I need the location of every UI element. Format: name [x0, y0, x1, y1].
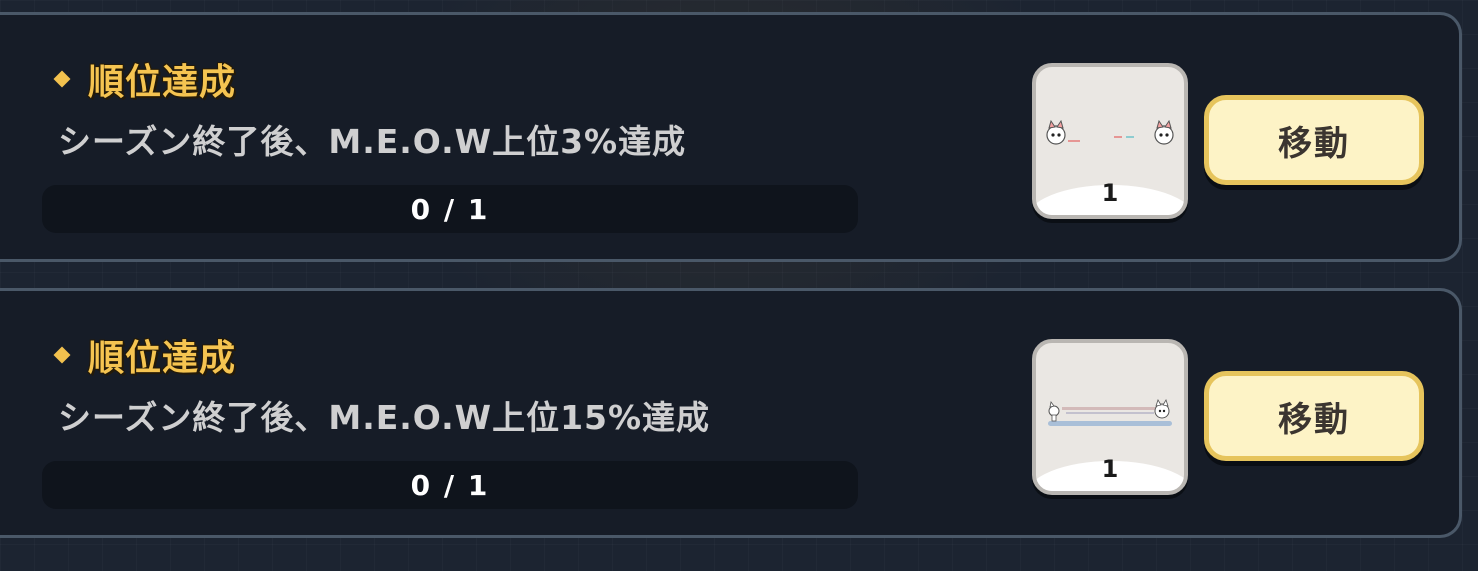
reward-item[interactable]: 1: [1032, 63, 1188, 219]
cat-face-icon: [1046, 119, 1066, 145]
quest-progress-bar: 0 / 1: [42, 461, 858, 509]
quest-card: 順位達成 シーズン終了後、M.E.O.W上位15%達成 0 / 1 1 移動: [0, 288, 1462, 538]
cat-emote-reward-icon: [1046, 119, 1174, 145]
quest-title-row: 順位達成: [53, 55, 237, 103]
cat-face-icon: [1154, 119, 1174, 145]
reward-item[interactable]: 1: [1032, 339, 1188, 495]
quest-title: 順位達成: [88, 338, 237, 379]
quest-title-row: 順位達成: [53, 331, 237, 379]
diamond-bullet-icon: [53, 70, 71, 88]
move-button[interactable]: 移動: [1204, 371, 1424, 461]
reward-count: 1: [1101, 179, 1119, 207]
quest-progress-text: 0 / 1: [410, 192, 490, 226]
reward-count: 1: [1101, 455, 1119, 483]
quest-progress-bar: 0 / 1: [42, 185, 858, 233]
quest-title: 順位達成: [88, 62, 237, 103]
quest-card: 順位達成 シーズン終了後、M.E.O.W上位3%達成 0 / 1 1 移動: [0, 12, 1462, 262]
quest-description: シーズン終了後、M.E.O.W上位15%達成: [58, 398, 711, 437]
quest-progress-text: 0 / 1: [410, 468, 490, 502]
cat-figure-icon: [1048, 401, 1060, 422]
move-button[interactable]: 移動: [1204, 95, 1424, 185]
cat-dash-effect-reward-icon: [1048, 399, 1172, 426]
quest-description: シーズン終了後、M.E.O.W上位3%達成: [58, 122, 687, 161]
quest-list-background: 順位達成 シーズン終了後、M.E.O.W上位3%達成 0 / 1 1 移動 順位…: [0, 0, 1478, 571]
diamond-bullet-icon: [53, 346, 71, 364]
cat-figure-icon: [1154, 399, 1170, 419]
